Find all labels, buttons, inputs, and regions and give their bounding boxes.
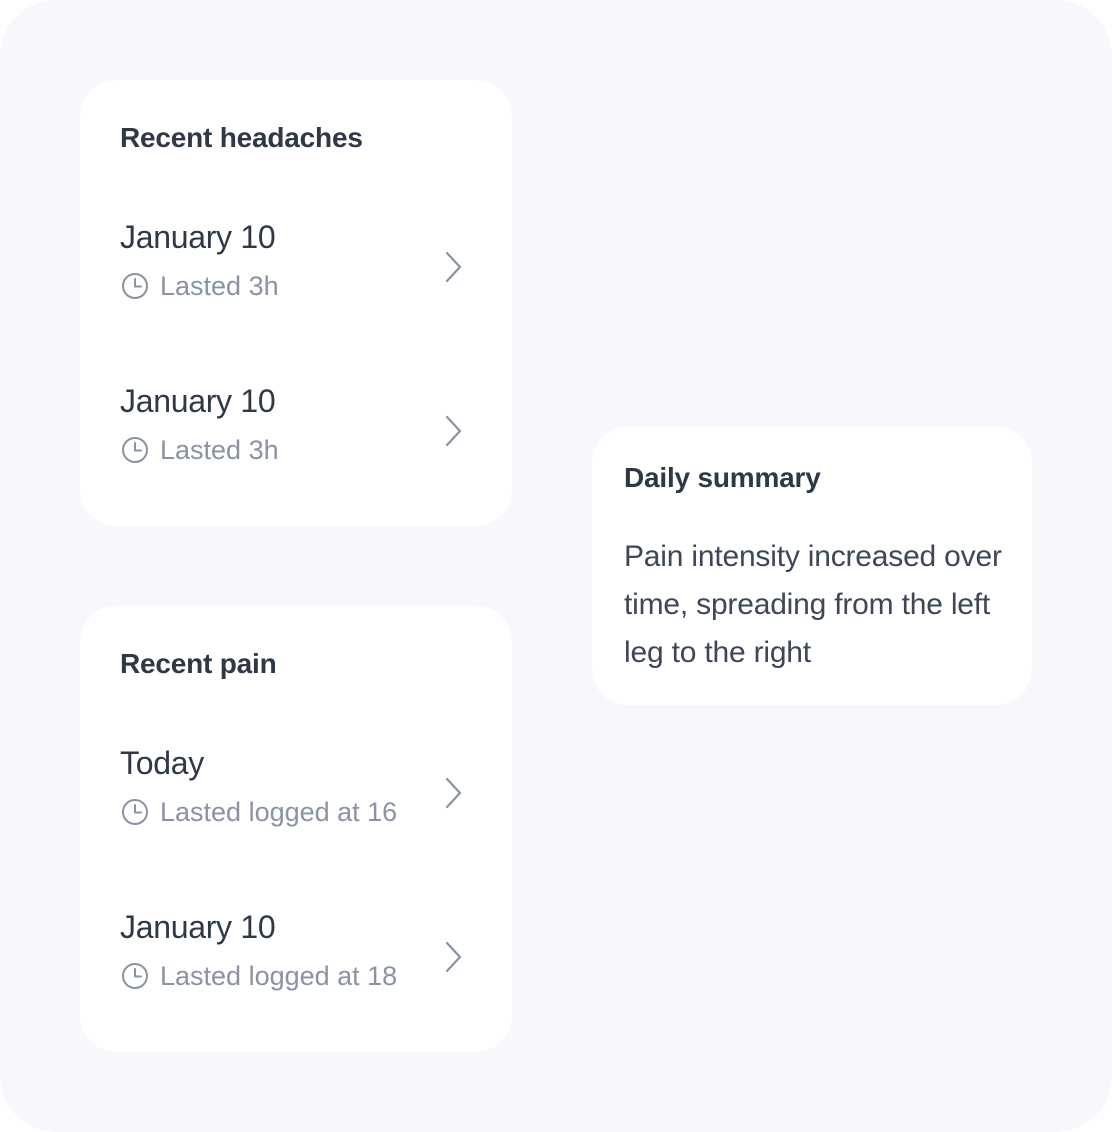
entry-detail-text: Lasted 3h [160,434,279,465]
entry-detail: Lasted 3h [120,434,279,466]
headache-entry[interactable]: January 10 Lasted 3h [120,383,472,483]
chevron-right-icon [445,777,462,809]
chevron-right-icon [445,415,462,447]
recent-headaches-title: Recent headaches [120,122,363,153]
app-canvas: Recent headaches January 10 Lasted 3h Ja… [0,0,1112,1132]
chevron-right-icon [445,251,462,283]
pain-entry[interactable]: January 10 Lasted logged at 18 [120,909,472,1009]
clock-icon [122,963,148,989]
entry-detail: Lasted 3h [120,270,279,302]
entry-detail-text: Lasted logged at 18 [160,960,398,991]
entry-detail: Lasted logged at 16 [120,796,397,828]
entry-detail-text: Lasted 3h [160,270,279,301]
clock-icon [122,273,148,299]
entry-detail: Lasted logged at 18 [120,960,397,992]
entry-date: January 10 [120,219,276,255]
headache-entry[interactable]: January 10 Lasted 3h [120,219,472,319]
recent-pain-title: Recent pain [120,648,277,679]
chevron-right-icon [445,941,462,973]
entry-date: January 10 [120,383,276,419]
daily-summary-text: Pain intensity increased over time, spre… [624,540,1002,669]
clock-icon [122,799,148,825]
daily-summary-card: Daily summary Pain intensity increased o… [592,427,1032,705]
clock-icon [122,437,148,463]
pain-entry[interactable]: Today Lasted logged at 16 [120,745,472,845]
recent-headaches-card: Recent headaches January 10 Lasted 3h Ja… [80,80,512,526]
daily-summary-title: Daily summary [624,462,821,493]
entry-detail-text: Lasted logged at 16 [160,796,398,827]
entry-date: Today [120,745,204,781]
entry-date: January 10 [120,909,276,945]
recent-pain-card: Recent pain Today Lasted logged at 16 Ja… [80,606,512,1052]
